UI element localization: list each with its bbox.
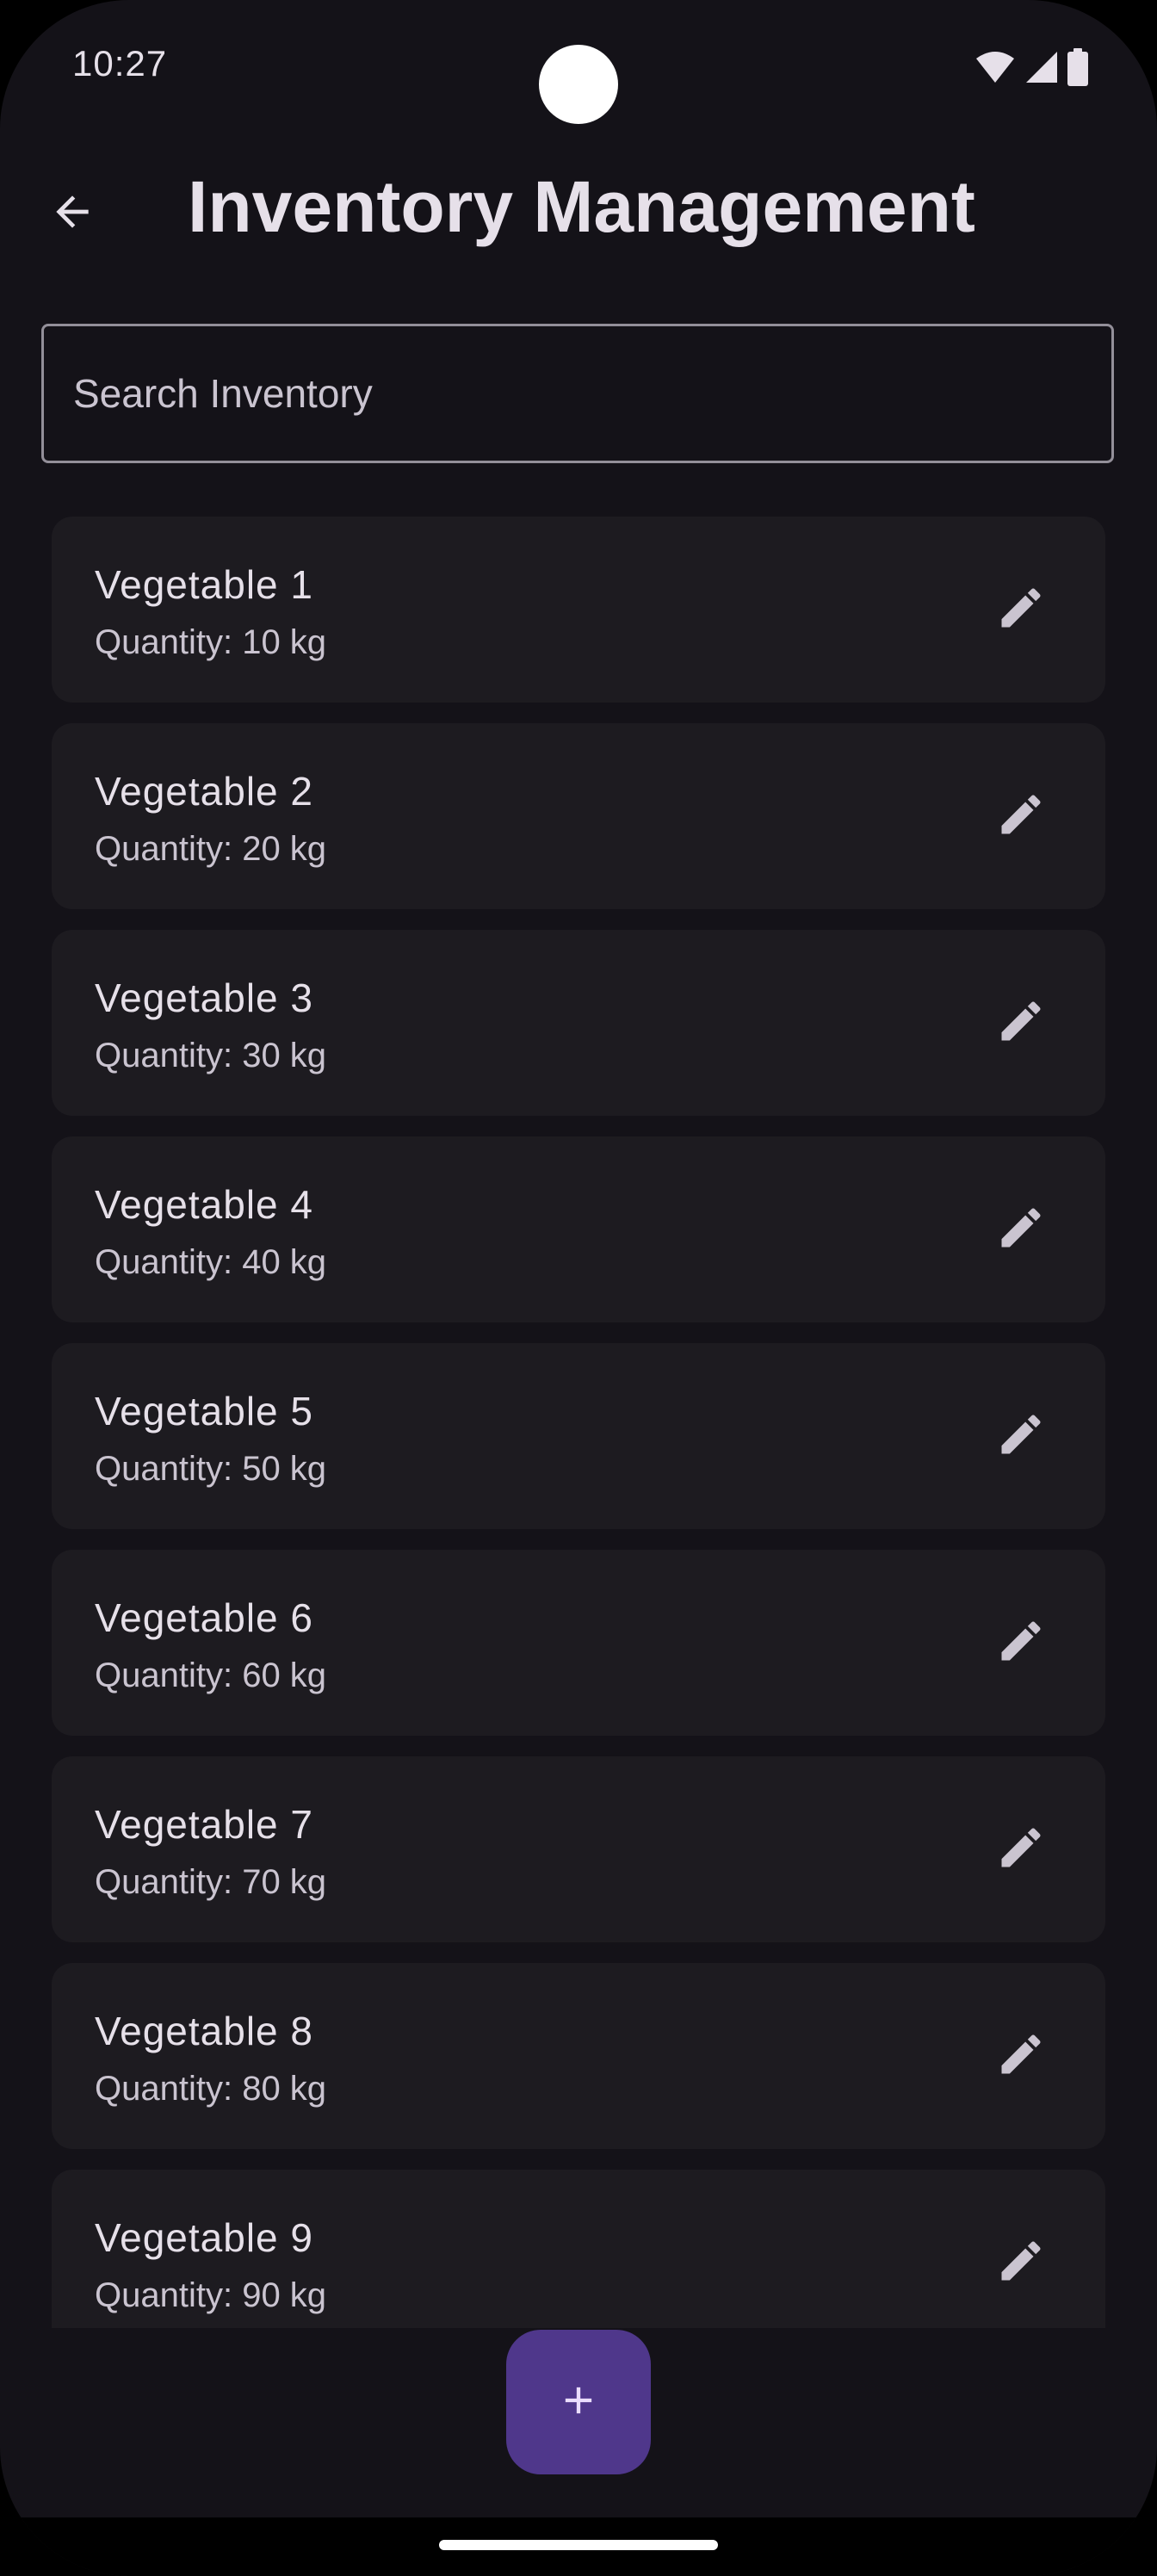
pencil-edit-icon xyxy=(995,1202,1047,1258)
list-item[interactable]: Vegetable 3 Quantity: 30 kg xyxy=(52,930,1105,1116)
item-name: Vegetable 9 xyxy=(95,2215,314,2260)
list-item[interactable]: Vegetable 1 Quantity: 10 kg xyxy=(52,517,1105,703)
plus-icon xyxy=(556,2378,601,2427)
signal-icon xyxy=(1024,50,1059,84)
list-item[interactable]: Vegetable 8 Quantity: 80 kg xyxy=(52,1963,1105,2149)
pencil-edit-icon xyxy=(995,1822,1047,1878)
pencil-edit-icon xyxy=(995,2028,1047,2084)
item-name: Vegetable 4 xyxy=(95,1182,314,1227)
battery-icon xyxy=(1067,48,1088,86)
item-name: Vegetable 8 xyxy=(95,2009,314,2053)
edit-button[interactable] xyxy=(976,2011,1066,2101)
search-field[interactable] xyxy=(41,324,1114,463)
edit-button[interactable] xyxy=(976,1805,1066,1894)
pencil-edit-icon xyxy=(995,1615,1047,1671)
item-quantity: Quantity: 30 kg xyxy=(95,1037,327,1074)
edit-button[interactable] xyxy=(976,1185,1066,1274)
page-title: Inventory Management xyxy=(188,166,975,247)
status-time: 10:27 xyxy=(72,43,168,84)
edit-button[interactable] xyxy=(976,978,1066,1068)
camera-cutout xyxy=(539,45,618,124)
item-quantity: Quantity: 80 kg xyxy=(95,2070,327,2108)
arrow-back-icon xyxy=(48,188,96,240)
pencil-edit-icon xyxy=(995,789,1047,845)
back-button[interactable] xyxy=(34,176,110,251)
list-item[interactable]: Vegetable 6 Quantity: 60 kg xyxy=(52,1550,1105,1736)
status-icons xyxy=(974,48,1088,86)
item-quantity: Quantity: 50 kg xyxy=(95,1450,327,1488)
list-item[interactable]: Vegetable 9 Quantity: 90 kg xyxy=(52,2170,1105,2328)
item-name: Vegetable 3 xyxy=(95,975,314,1020)
wifi-icon xyxy=(974,50,1016,84)
list-item[interactable]: Vegetable 4 Quantity: 40 kg xyxy=(52,1136,1105,1322)
status-bar: 10:27 xyxy=(0,0,1157,138)
pencil-edit-icon xyxy=(995,582,1047,638)
pencil-edit-icon xyxy=(995,995,1047,1051)
edit-button[interactable] xyxy=(976,1598,1066,1687)
home-indicator[interactable] xyxy=(439,2540,718,2550)
item-quantity: Quantity: 10 kg xyxy=(95,623,327,661)
edit-button[interactable] xyxy=(976,2218,1066,2307)
pencil-edit-icon xyxy=(995,2235,1047,2291)
item-name: Vegetable 7 xyxy=(95,1802,314,1847)
edit-button[interactable] xyxy=(976,771,1066,861)
item-quantity: Quantity: 20 kg xyxy=(95,830,327,868)
add-item-fab[interactable] xyxy=(506,2330,651,2474)
item-quantity: Quantity: 60 kg xyxy=(95,1656,327,1694)
item-name: Vegetable 2 xyxy=(95,769,314,814)
inventory-list-viewport[interactable]: Vegetable 1 Quantity: 10 kg Vegetable 2 … xyxy=(0,517,1157,2328)
item-name: Vegetable 5 xyxy=(95,1389,314,1434)
item-quantity: Quantity: 70 kg xyxy=(95,1863,327,1901)
inventory-list: Vegetable 1 Quantity: 10 kg Vegetable 2 … xyxy=(52,517,1105,2328)
app-bar: Inventory Management xyxy=(0,146,1157,274)
list-item[interactable]: Vegetable 2 Quantity: 20 kg xyxy=(52,723,1105,909)
item-name: Vegetable 6 xyxy=(95,1595,314,1640)
list-item[interactable]: Vegetable 5 Quantity: 50 kg xyxy=(52,1343,1105,1529)
edit-button[interactable] xyxy=(976,565,1066,654)
phone-screen: 10:27 Inventory Management Search Invent… xyxy=(0,0,1157,2576)
pencil-edit-icon xyxy=(995,1409,1047,1464)
item-name: Vegetable 1 xyxy=(95,562,314,607)
edit-button[interactable] xyxy=(976,1391,1066,1481)
search-input[interactable] xyxy=(73,326,1072,461)
item-quantity: Quantity: 90 kg xyxy=(95,2276,327,2314)
item-quantity: Quantity: 40 kg xyxy=(95,1243,327,1281)
list-item[interactable]: Vegetable 7 Quantity: 70 kg xyxy=(52,1756,1105,1942)
